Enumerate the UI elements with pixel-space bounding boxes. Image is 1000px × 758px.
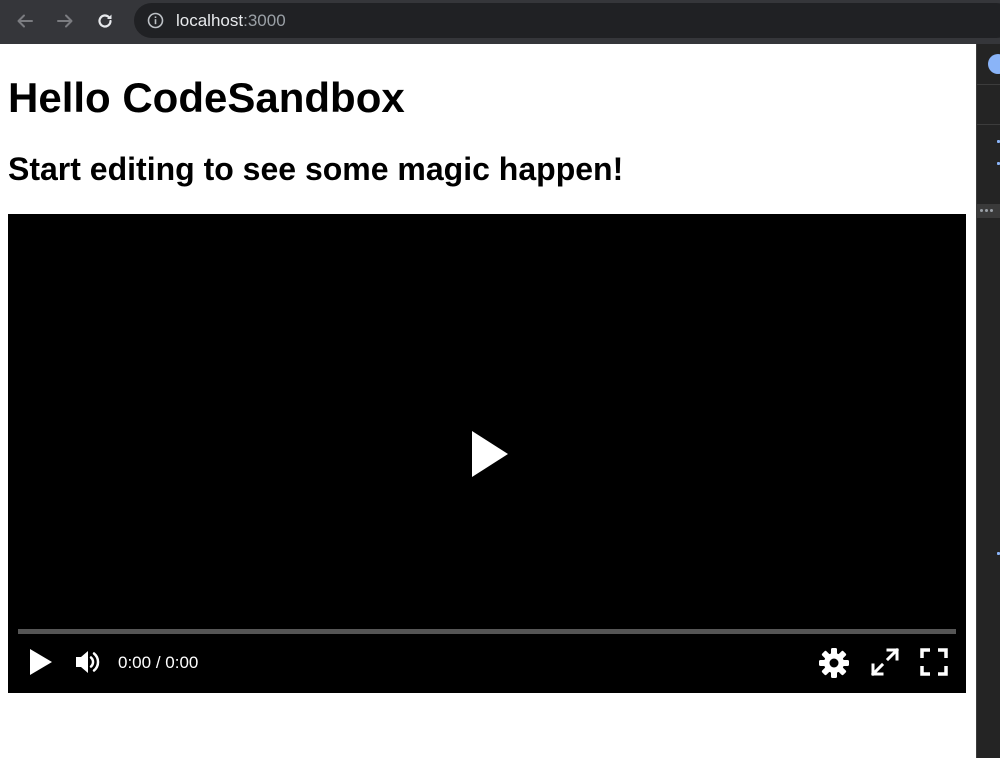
fullscreen-icon[interactable]: [919, 647, 949, 677]
devtools-resize-handle[interactable]: [977, 204, 1000, 218]
address-bar[interactable]: localhost:3000: [134, 3, 1000, 38]
browser-toolbar: localhost:3000: [0, 0, 1000, 44]
back-arrow-icon: [17, 14, 33, 28]
big-play-icon[interactable]: [470, 429, 510, 479]
devtools-panel: [976, 44, 1000, 758]
play-icon[interactable]: [28, 647, 54, 677]
page-subtitle: Start editing to see some magic happen!: [8, 151, 624, 187]
devtools-divider: [977, 124, 1000, 125]
volume-icon[interactable]: [74, 647, 104, 677]
expand-icon[interactable]: [870, 647, 900, 677]
devtools-divider: [977, 84, 1000, 85]
url-host: localhost: [176, 11, 244, 30]
video-player[interactable]: 0:00 / 0:00: [8, 214, 966, 693]
page-title: Hello CodeSandbox: [8, 74, 405, 121]
url-port: :3000: [243, 11, 286, 30]
time-display: 0:00 / 0:00: [118, 653, 198, 673]
forward-button[interactable]: [52, 8, 78, 34]
duration: 0:00: [165, 653, 199, 672]
reload-button[interactable]: [92, 8, 118, 34]
address-url[interactable]: localhost:3000: [176, 11, 286, 31]
devtools-info-icon[interactable]: [988, 54, 1000, 74]
reload-icon: [98, 14, 112, 28]
progress-bar[interactable]: [18, 629, 956, 634]
settings-icon[interactable]: [818, 647, 850, 679]
info-icon[interactable]: [147, 12, 164, 29]
forward-arrow-icon: [57, 14, 73, 28]
back-button[interactable]: [12, 8, 38, 34]
current-time: 0:00: [118, 653, 152, 672]
